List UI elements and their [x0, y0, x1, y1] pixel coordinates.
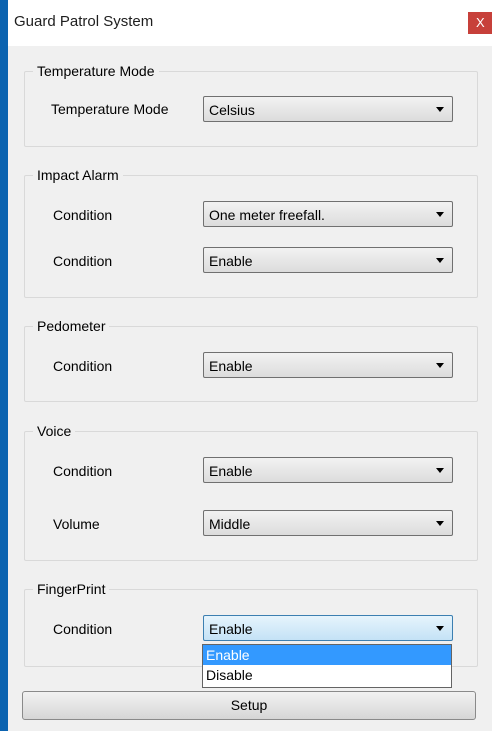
pedometer-condition-label: Condition	[53, 358, 113, 374]
pedometer-condition-select[interactable]: Enable	[203, 352, 453, 378]
title-bar: Guard Patrol System X	[8, 0, 492, 46]
voice-volume-select[interactable]: Middle	[203, 510, 453, 536]
impact-alarm-condition-value: One meter freefall.	[209, 207, 325, 223]
temperature-mode-label: Temperature Mode	[51, 101, 169, 117]
voice-volume-value: Middle	[209, 516, 251, 532]
impact-alarm-condition-label: Condition	[53, 207, 113, 223]
fingerprint-condition-dropdown: Enable Disable	[202, 644, 452, 688]
voice-condition-select[interactable]: Enable	[203, 457, 453, 483]
impact-alarm-enable-label: Condition	[53, 253, 113, 269]
impact-alarm-enable-value: Enable	[209, 253, 253, 269]
fingerprint-condition-select[interactable]: Enable	[203, 615, 453, 641]
chevron-down-icon	[436, 258, 444, 263]
chevron-down-icon	[436, 521, 444, 526]
impact-alarm-group-title: Impact Alarm	[33, 167, 123, 183]
pedometer-condition-value: Enable	[209, 358, 253, 374]
close-button[interactable]: X	[468, 12, 492, 34]
fingerprint-condition-label: Condition	[53, 621, 113, 637]
chevron-down-icon	[436, 363, 444, 368]
impact-alarm-condition-select[interactable]: One meter freefall.	[203, 201, 453, 227]
voice-condition-value: Enable	[209, 463, 253, 479]
voice-group-title: Voice	[33, 423, 76, 439]
setup-button[interactable]: Setup	[22, 691, 476, 720]
chevron-down-icon	[436, 107, 444, 112]
main-window: Guard Patrol System X Temperature Mode T…	[8, 0, 492, 731]
fingerprint-condition-value: Enable	[209, 621, 253, 637]
impact-alarm-group: Impact Alarm Condition One meter freefal…	[24, 167, 478, 298]
dropdown-option-disable[interactable]: Disable	[203, 665, 451, 685]
voice-volume-label: Volume	[53, 516, 100, 532]
chevron-down-icon	[436, 626, 444, 631]
impact-alarm-enable-select[interactable]: Enable	[203, 247, 453, 273]
chevron-down-icon	[436, 468, 444, 473]
close-icon: X	[476, 15, 485, 30]
voice-condition-label: Condition	[53, 463, 113, 479]
window-title: Guard Patrol System	[14, 13, 154, 30]
pedometer-group-title: Pedometer	[33, 318, 110, 334]
temperature-mode-group-title: Temperature Mode	[33, 63, 159, 79]
chevron-down-icon	[436, 212, 444, 217]
pedometer-group: Pedometer Condition Enable	[24, 318, 478, 402]
temperature-mode-value: Celsius	[209, 102, 255, 118]
temperature-mode-select[interactable]: Celsius	[203, 96, 453, 122]
voice-group: Voice Condition Enable Volume Middle	[24, 423, 478, 561]
temperature-mode-group: Temperature Mode Temperature Mode Celsiu…	[24, 63, 478, 147]
fingerprint-group-title: FingerPrint	[33, 581, 110, 597]
dropdown-option-enable[interactable]: Enable	[203, 645, 451, 665]
